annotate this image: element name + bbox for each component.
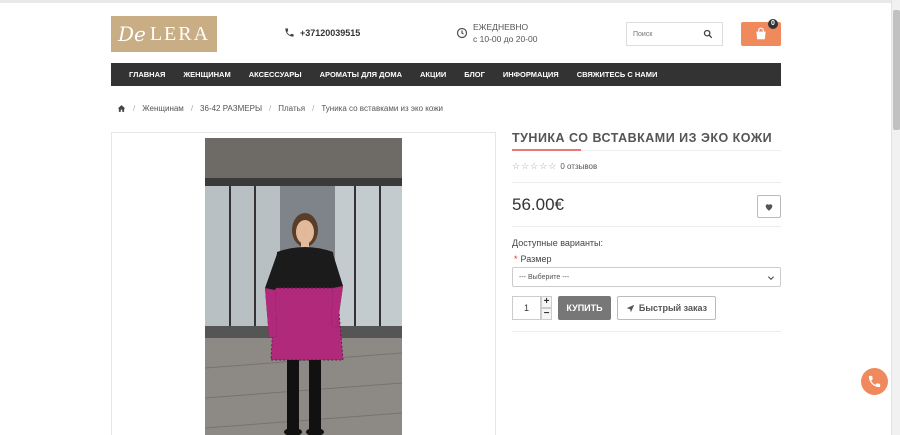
size-select-value: --- Выберите --- [519,273,570,281]
breadcrumb-separator: / [312,104,315,113]
breadcrumb-separator: / [190,104,194,113]
phone-icon [285,28,294,37]
logo[interactable]: De LERA [111,16,217,52]
page: De LERA +37120039515 ЕЖЕДНЕВНО с 10-00 д… [0,0,900,435]
cart-count-badge: 0 [768,19,778,29]
divider [512,226,781,227]
quantity-input[interactable]: 1 [512,296,541,320]
hours-line1: ЕЖЕДНЕВНО [473,22,529,32]
size-label: * Размер [514,254,551,264]
divider [512,182,781,183]
product-image-box [111,132,496,435]
call-icon [868,375,881,388]
nav-item-blog[interactable]: БЛОГ [464,70,485,79]
buy-button[interactable]: КУПИТЬ [558,296,611,320]
paper-plane-icon [626,304,635,312]
options-label: Доступные варианты: [512,238,604,248]
main-nav: ГЛАВНАЯ ЖЕНЩИНАМ АКСЕССУАРЫ АРОМАТЫ ДЛЯ … [111,63,781,86]
rating-stars: ☆☆☆☆☆ [512,161,558,171]
search-input[interactable] [627,30,697,38]
quantity-decrease-button[interactable]: − [541,308,552,320]
wishlist-button[interactable] [757,195,781,218]
header-phone[interactable]: +37120039515 [284,27,360,38]
required-marker: * [514,254,518,264]
product-photo-illustration [205,138,402,435]
quick-order-button[interactable]: Быстрый заказ [617,296,716,320]
chevron-down-icon [767,276,775,281]
search-icon[interactable] [703,29,713,39]
divider [512,331,781,332]
page-scrollbar[interactable] [891,0,900,435]
size-select[interactable]: --- Выберите --- [512,267,781,287]
breadcrumb-size-range[interactable]: 36-42 РАЗМЕРЫ [200,104,262,113]
quick-order-label: Быстрый заказ [638,303,708,313]
nav-item-home[interactable]: ГЛАВНАЯ [129,70,165,79]
nav-item-sales[interactable]: АКЦИИ [420,70,446,79]
nav-item-women[interactable]: ЖЕНЩИНАМ [183,70,230,79]
title-rule [581,150,781,151]
title-underline [512,149,581,151]
reviews-link[interactable]: 0 отзывов [560,162,597,171]
top-border [0,0,900,3]
scrollbar-thumb[interactable] [893,10,900,130]
logo-script: De [117,22,146,46]
cart-icon [756,27,766,40]
product-photo[interactable] [205,138,402,435]
header-hours: ЕЖЕДНЕВНО с 10-00 до 20-00 [456,21,538,45]
heart-icon [765,203,773,211]
phone-number: +37120039515 [300,27,361,38]
product-rating: ☆☆☆☆☆ 0 отзывов [512,161,597,172]
breadcrumb: / Женщинам / 36-42 РАЗМЕРЫ / Платья / Ту… [117,104,443,113]
product-price: 56.00€ [512,195,564,214]
call-button[interactable] [861,368,888,395]
size-label-text: Размер [520,254,552,264]
breadcrumb-separator: / [133,104,136,113]
quantity-increase-button[interactable]: + [541,296,552,308]
product-title: ТУНИКА СО ВСТАВКАМИ ИЗ ЭКО КОЖИ [512,131,773,145]
breadcrumb-women[interactable]: Женщинам [142,104,184,113]
nav-item-home-scents[interactable]: АРОМАТЫ ДЛЯ ДОМА [320,70,402,79]
breadcrumb-dresses[interactable]: Платья [278,104,305,113]
nav-item-accessories[interactable]: АКСЕССУАРЫ [249,70,302,79]
nav-item-info[interactable]: ИНФОРМАЦИЯ [503,70,559,79]
cart-button[interactable]: 0 [741,19,781,46]
breadcrumb-separator: / [269,104,272,113]
nav-item-contact[interactable]: СВЯЖИТЕСЬ С НАМИ [577,70,658,79]
breadcrumb-current[interactable]: Туника со вставками из эко кожи [321,104,443,113]
hours-line2: с 10-00 до 20-00 [473,34,538,44]
home-icon[interactable] [117,104,126,113]
search-box [626,22,723,46]
clock-icon [456,27,468,39]
logo-text: LERA [149,22,211,45]
